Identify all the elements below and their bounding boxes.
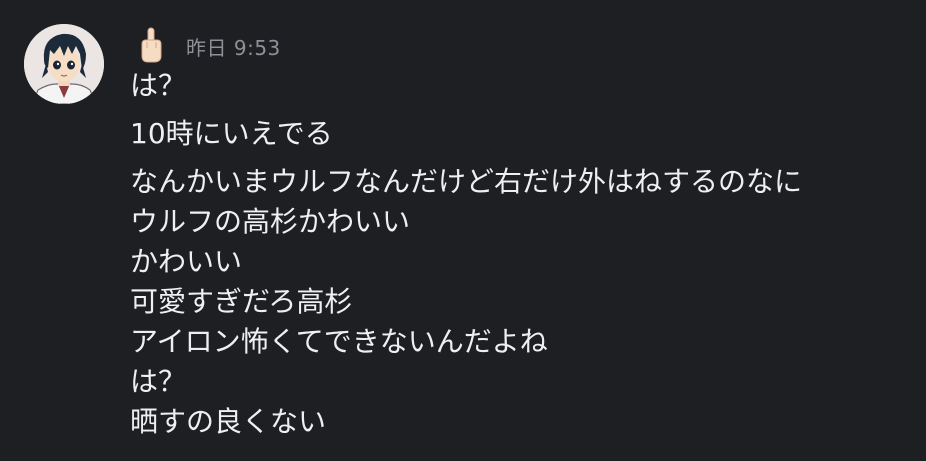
message-line[interactable]: ウルフの高杉かわいい [130,202,926,242]
message-timestamp: 昨日 9:53 [186,35,281,60]
message-line[interactable]: かわいい [130,242,926,282]
avatar[interactable] [24,24,104,104]
raised-middle-finger-emoji-icon[interactable] [136,26,166,66]
message-header: 昨日 9:53 [136,26,281,66]
message-line[interactable]: 可愛すぎだろ高杉 [130,282,926,322]
message-list: は？ 10時にいえでる なんかいまウルフなんだけど右だけ外はねするのなに ウルフ… [130,66,926,442]
message-line[interactable]: アイロン怖くてできないんだよね [130,322,926,362]
message-line[interactable]: 10時にいえでる [130,114,926,154]
message-line[interactable]: は？ [130,362,926,402]
anime-boy-avatar-icon [24,24,104,104]
message-line[interactable]: 晒すの良くない [130,402,926,442]
message-line[interactable]: なんかいまウルフなんだけど右だけ外はねするのなに [130,162,926,202]
message-line[interactable]: は？ [130,66,926,106]
